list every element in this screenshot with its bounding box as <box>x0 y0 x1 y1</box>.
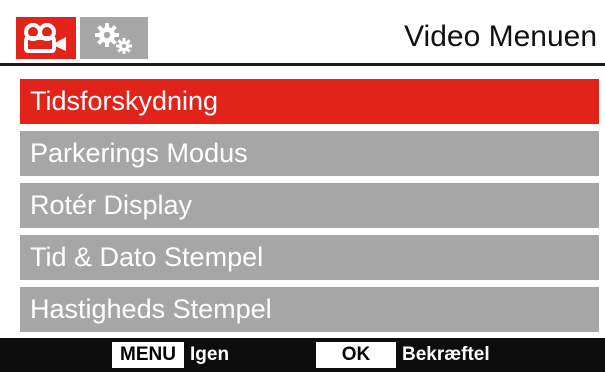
menu-item-tid-dato-stempel[interactable]: Tid & Dato Stempel <box>20 235 599 280</box>
tab-video[interactable] <box>16 17 76 59</box>
ok-key-button[interactable]: OK <box>316 342 396 368</box>
menu-header: Video Menuen <box>0 0 605 66</box>
menu-item-roter-display[interactable]: Rotér Display <box>20 183 599 228</box>
menu-item-tidsforskydning[interactable]: Tidsforskydning <box>20 79 599 124</box>
footer-hints: MENU Igen OK Bekræftel <box>0 338 605 372</box>
video-camera-icon <box>24 23 66 53</box>
page-title: Video Menuen <box>404 20 597 53</box>
header-divider <box>0 63 605 66</box>
gears-icon <box>95 23 132 54</box>
menu-item-parkerings-modus[interactable]: Parkerings Modus <box>20 131 599 176</box>
menu-key-action: Igen <box>190 344 230 365</box>
menu-key-button[interactable]: MENU <box>112 342 184 368</box>
menu-item-hastigheds-stempel[interactable]: Hastigheds Stempel <box>20 287 599 332</box>
dashcam-screen: Video Menuen Tidsforskydning Parkerings … <box>0 0 605 372</box>
tab-settings[interactable] <box>80 17 148 59</box>
ok-key-action: Bekræftel <box>402 344 490 365</box>
